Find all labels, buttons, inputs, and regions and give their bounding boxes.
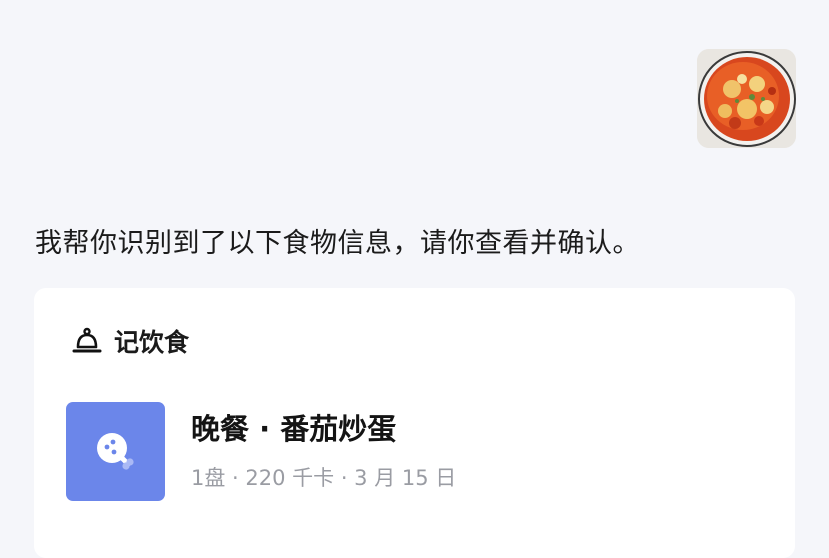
food-photo-image [697, 49, 796, 148]
assistant-message: 我帮你识别到了以下食物信息，请你查看并确认。 [35, 228, 640, 259]
food-photo[interactable] [697, 49, 796, 148]
meal-texts: 晚餐 · 番茄炒蛋 1盘 · 220 千卡 · 3 月 15 日 [191, 402, 456, 493]
card-title: 记饮食 [114, 328, 190, 357]
diet-record-card[interactable]: 记饮食 晚餐 · 番茄炒蛋 1盘 · 220 千卡 · 3 月 15 日 [34, 288, 795, 558]
meal-title: 晚餐 · 番茄炒蛋 [191, 412, 397, 446]
card-header: 记饮食 [72, 324, 189, 358]
meal-meta: 1盘 · 220 千卡 · 3 月 15 日 [191, 466, 457, 490]
meal-item[interactable]: 晚餐 · 番茄炒蛋 1盘 · 220 千卡 · 3 月 15 日 [66, 402, 456, 501]
bell-icon [72, 327, 102, 355]
food-item-icon [66, 402, 165, 501]
